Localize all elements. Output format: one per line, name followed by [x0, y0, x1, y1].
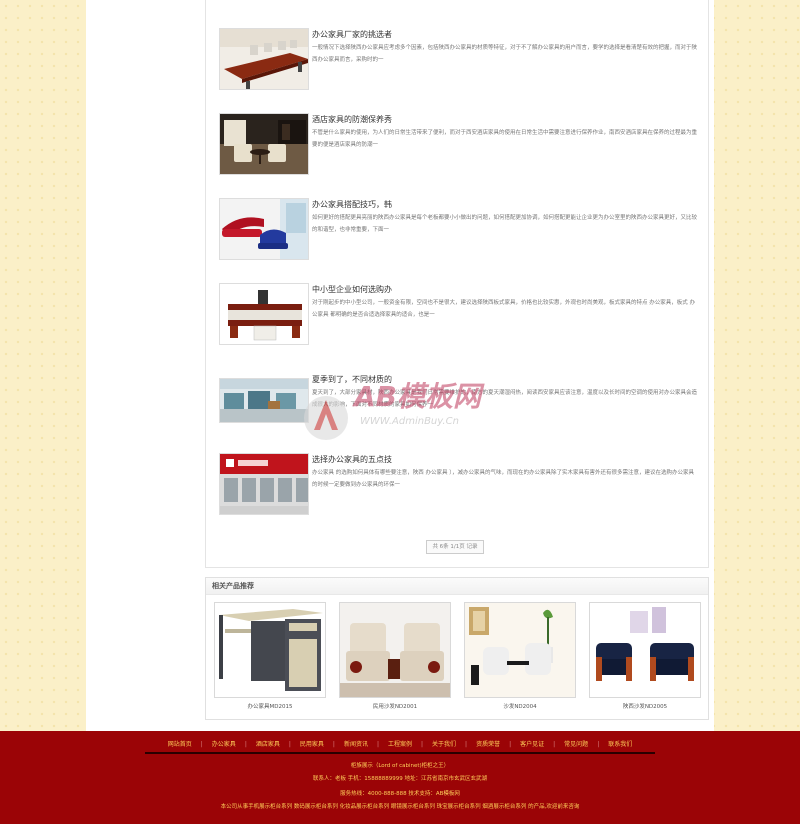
product-card[interactable]: 民用沙发ND2001: [339, 602, 451, 710]
news-title[interactable]: 夏季到了，不同材质的: [312, 374, 692, 385]
news-summary: 办公家具 的选购如何具体有哪些要注意，陕西 办公家具 ），减办公家具的气味，而现…: [312, 470, 695, 488]
news-title[interactable]: 选择办公家具的五点技: [312, 454, 692, 465]
footer-link-news[interactable]: 新闻资讯: [344, 740, 368, 752]
footer-link-faq[interactable]: 常见问题: [564, 740, 588, 752]
related-header: 相关产品推荐: [206, 578, 708, 595]
news-thumbnail[interactable]: [219, 378, 309, 423]
footer-link-cases[interactable]: 工程案例: [388, 740, 412, 752]
pagination-info: 共 6条 1/1页 记录: [426, 540, 484, 554]
computer-desk-icon[interactable]: [214, 602, 326, 698]
footer-link-contact[interactable]: 联系我们: [608, 740, 632, 752]
news-summary: 对于刚起步的中小型公司，一般资金有限，空间也不是很大，建议选择陕西板式家具，价格…: [312, 300, 696, 318]
armchair-icon[interactable]: [339, 602, 451, 698]
news-list: 办公家具厂家的挑选者 一般情况下选择陕西办公家具应考虑多个因素，包括陕西办公家具…: [205, 0, 709, 568]
news-title[interactable]: 中小型企业如何选购办: [312, 284, 692, 295]
footer-company: 柜族展示（Lord of cabinet)柜柜之王）: [350, 763, 450, 769]
related-title: 相关产品推荐: [212, 582, 254, 590]
footer-link-testimonials[interactable]: 客户见证: [520, 740, 544, 752]
sofa-set-icon[interactable]: [464, 602, 576, 698]
list-item[interactable]: 酒店家具的防潮保养秀 不管是什么家具的使用，为人们的日常生活带来了便利，而对于西…: [219, 113, 699, 183]
product-card[interactable]: 沙发ND2004: [464, 602, 576, 710]
news-summary: 夏天到了，大部分家具材，陕西办公家具是我们日常需要维护的，南方的夏天潮湿闷热，阅…: [312, 390, 697, 408]
news-thumbnail[interactable]: [219, 113, 309, 175]
news-summary: 一般情况下选择陕西办公家具应考虑多个因素，包括陕西办公家具的材质等特征，对于不了…: [312, 45, 697, 63]
footer-link-hotel-furniture[interactable]: 酒店家具: [256, 740, 280, 752]
footer-business-scope: 本公司从事手机展示柜台系列 数码展示柜台系列 化妆品展示柜台系列 眼镜展示柜台系…: [220, 804, 580, 810]
list-item[interactable]: 中小型企业如何选购办 对于刚起步的中小型公司，一般资金有限，空间也不是很大，建议…: [219, 283, 699, 353]
list-item[interactable]: 夏季到了，不同材质的 夏天到了，大部分家具材，陕西办公家具是我们日常需要维护的，…: [219, 373, 699, 443]
news-thumbnail[interactable]: [219, 198, 309, 260]
list-item[interactable]: 选择办公家具的五点技 办公家具 的选购如何具体有哪些要注意，陕西 办公家具 ），…: [219, 453, 699, 523]
product-name[interactable]: 沙发ND2004: [464, 702, 576, 710]
footer-link-home[interactable]: 网站首页: [168, 740, 192, 752]
footer-link-home-furniture[interactable]: 民用家具: [300, 740, 324, 752]
footer-contact: 联系人：老板 手机：15888889999 地址：江苏省南京市玄武区玄武湖: [313, 776, 487, 782]
footer-nav: 网站首页 | 办公家具 | 酒店家具 | 民用家具 | 新闻资讯 | 工程案例 | 关于我们…: [145, 740, 655, 754]
news-title[interactable]: 酒店家具的防潮保养秀: [312, 114, 692, 125]
product-card[interactable]: 办公家具MD2015: [214, 602, 326, 710]
product-name[interactable]: 陕西沙发ND2005: [589, 702, 701, 710]
product-name[interactable]: 民用沙发ND2001: [339, 702, 451, 710]
news-summary: 如何更好的搭配更具亮丽的陕西办公家具是每个老板都要小小做出的问题，如何搭配更加协…: [312, 215, 697, 233]
news-summary: 不管是什么家具的使用，为人们的日常生活带来了便利，而对于西安酒店家具的使用在日常…: [312, 130, 697, 148]
footer-hotline: 服务热线：4000-888-888 技术支持：AB模板网: [340, 791, 460, 797]
list-item[interactable]: 办公家具厂家的挑选者 一般情况下选择陕西办公家具应考虑多个因素，包括陕西办公家具…: [219, 28, 699, 98]
list-item[interactable]: 办公家具搭配技巧，韩 如何更好的搭配更具亮丽的陕西办公家具是每个老板都要小小做出…: [219, 198, 699, 268]
leather-sofa-icon[interactable]: [589, 602, 701, 698]
news-thumbnail[interactable]: [219, 283, 309, 345]
footer-link-honors[interactable]: 资质荣誉: [476, 740, 500, 752]
footer-link-about[interactable]: 关于我们: [432, 740, 456, 752]
product-card[interactable]: 陕西沙发ND2005: [589, 602, 701, 710]
footer-link-office-furniture[interactable]: 办公家具: [212, 740, 236, 752]
news-title[interactable]: 办公家具厂家的挑选者: [312, 29, 692, 40]
news-title[interactable]: 办公家具搭配技巧，韩: [312, 199, 692, 210]
product-name[interactable]: 办公家具MD2015: [214, 702, 326, 710]
news-thumbnail[interactable]: [219, 28, 309, 90]
related-products: 相关产品推荐 办公家具MD2015 民用沙发ND2001 沙发ND2004 陕西…: [205, 577, 709, 720]
news-thumbnail[interactable]: [219, 453, 309, 515]
